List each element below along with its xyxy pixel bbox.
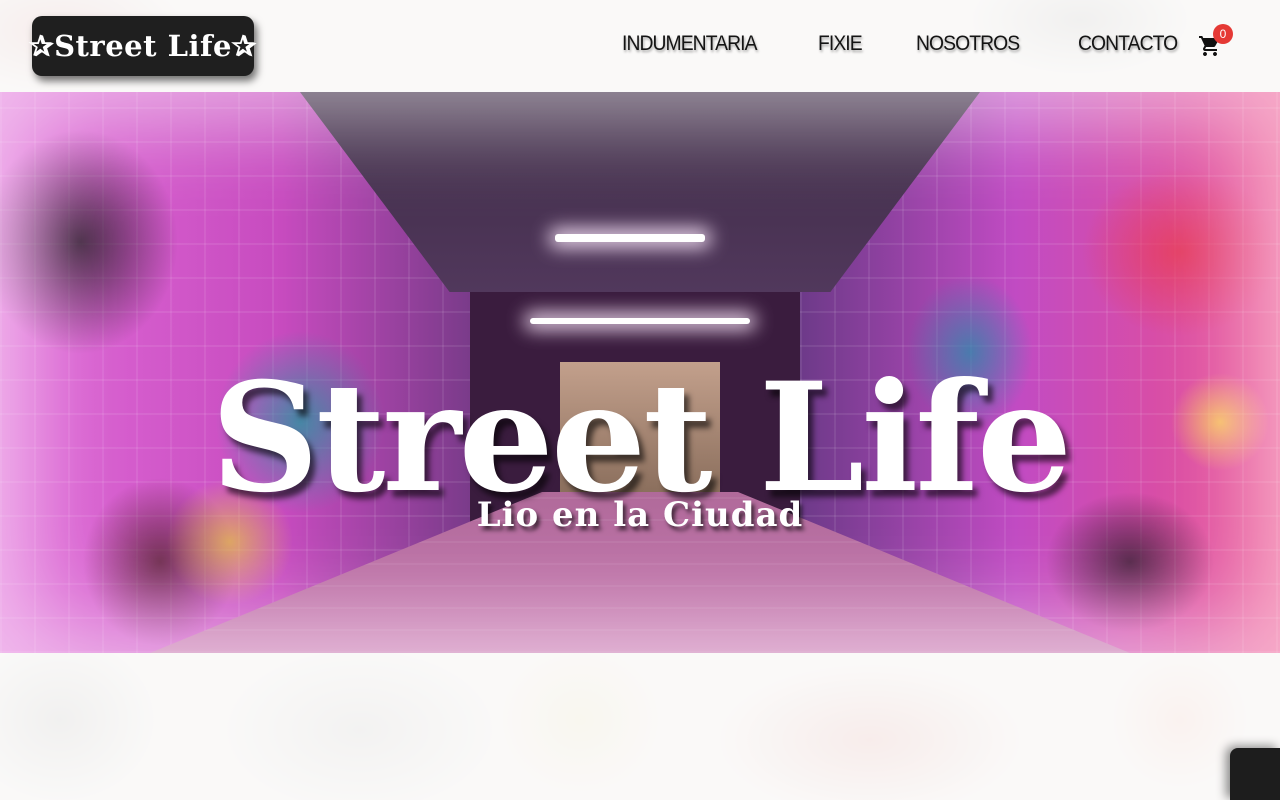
nav-item-fixie[interactable]: FIXIE	[818, 30, 863, 58]
nav-item-contacto[interactable]: CONTACTO	[1078, 30, 1178, 58]
nav-item-nosotros[interactable]: NOSOTROS	[916, 30, 1020, 58]
hero-banner: Street Life Lio en la Ciudad	[0, 92, 1280, 653]
offscreen-card	[1230, 748, 1280, 800]
nav-item-indumentaria[interactable]: INDUMENTARIA	[622, 30, 758, 58]
hero-title: Street Life	[210, 349, 1072, 526]
hero-subtitle: Lio en la Ciudad	[476, 495, 804, 535]
cart-count-badge: 0	[1213, 24, 1233, 44]
main-nav: INDUMENTARIA FIXIE NOSOTROS CONTACTO	[600, 30, 1236, 58]
site-header: ✰Street Life✰ INDUMENTARIA FIXIE NOSOTRO…	[0, 0, 1280, 92]
site-logo[interactable]: ✰Street Life✰	[29, 16, 256, 76]
